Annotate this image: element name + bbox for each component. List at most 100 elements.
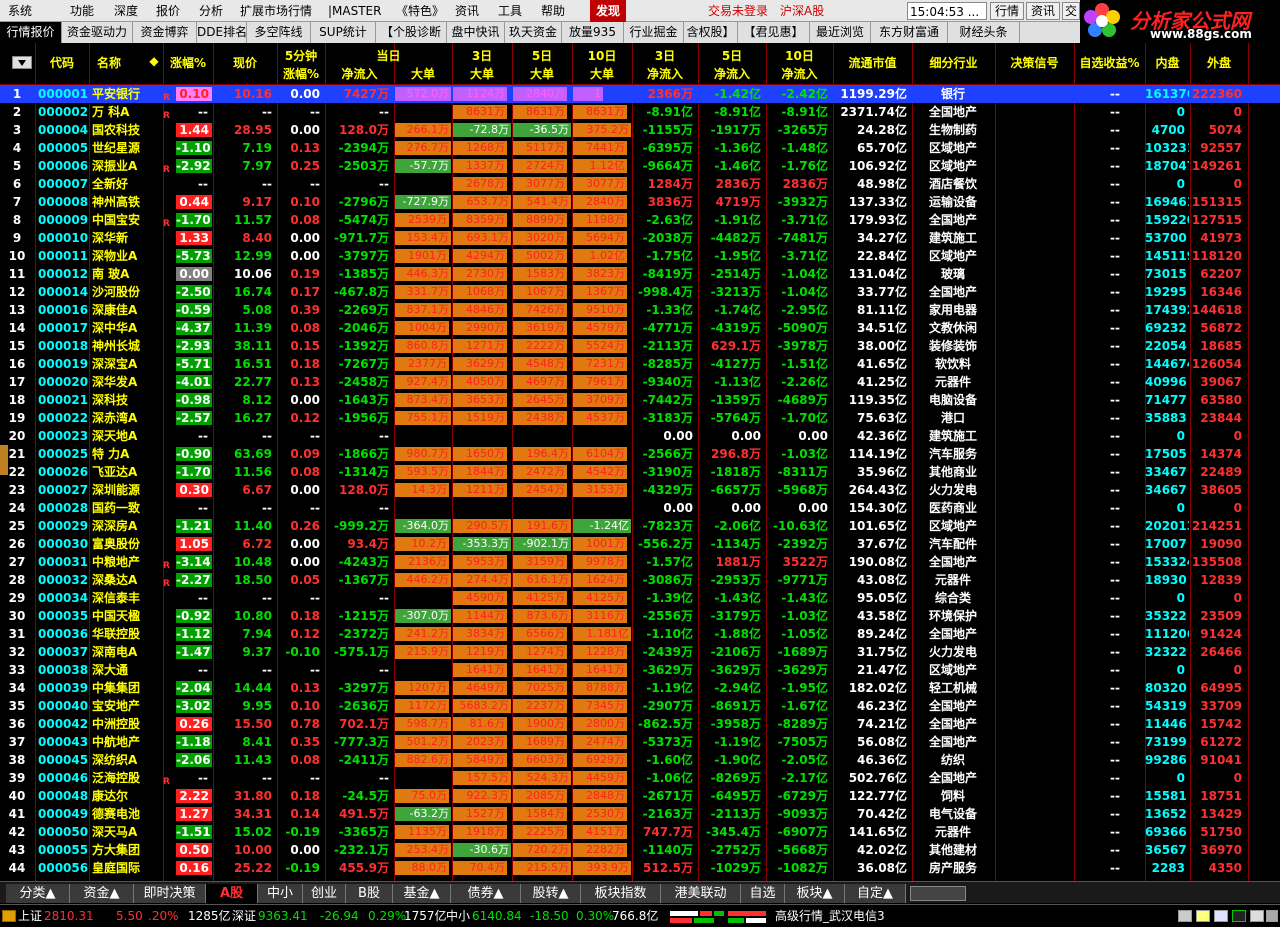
tab-14[interactable]: 东方财富通: [871, 22, 948, 43]
header-industry[interactable]: 细分行业: [912, 54, 995, 71]
market-tab-14[interactable]: 自定▲: [845, 884, 906, 903]
header-3d-net-sub[interactable]: 净流入: [632, 65, 698, 82]
header-3d-big[interactable]: 3日: [452, 47, 512, 64]
tab-2[interactable]: 资金博弈: [133, 22, 197, 43]
table-row[interactable]: 2 000002 万 科A R -- -- -- -- 8631万 8631万 8631万 -8.91…: [0, 103, 1280, 121]
header-3d-big-sub[interactable]: 大单: [452, 65, 512, 82]
header-5d-big[interactable]: 5日: [512, 47, 572, 64]
tab-8[interactable]: 玖天资金: [505, 22, 562, 43]
menu-toggle-icon[interactable]: [2, 910, 16, 922]
table-row[interactable]: 15 000018 神州长城 -2.93 38.11 0.15 -1392万 860.8万 12…: [0, 337, 1280, 355]
header-signal[interactable]: 决策信号: [995, 54, 1074, 71]
table-row[interactable]: 39 000046 泛海控股 R -- -- -- -- 157.5万 524.3万 4459万 -1…: [0, 769, 1280, 787]
table-row[interactable]: 5 000006 深振业A R -2.92 7.97 0.25 -2503万 -57.7万 133…: [0, 157, 1280, 175]
table-row[interactable]: 11 000012 南 玻A 0.00 10.06 0.19 -1385万 446.3万 273…: [0, 265, 1280, 283]
header-today-net[interactable]: 净流入: [325, 65, 394, 82]
table-row[interactable]: 28 000032 深桑达A R -2.27 18.50 0.05 -1367万 446.2万 2…: [0, 571, 1280, 589]
tab-4[interactable]: 多空阵线: [247, 22, 311, 43]
horizontal-scrollbar[interactable]: [910, 886, 966, 901]
market-selector[interactable]: 沪深A股: [780, 0, 824, 22]
header-today-big[interactable]: 大单: [394, 65, 452, 82]
header-outer-vol[interactable]: 外盘: [1190, 54, 1248, 71]
tab-6[interactable]: 【个股诊断: [376, 22, 447, 43]
table-row[interactable]: 18 000021 深科技 -0.98 8.12 0.00 -1643万 873.4万 3653…: [0, 391, 1280, 409]
header-inner-vol[interactable]: 内盘: [1145, 54, 1190, 71]
table-row[interactable]: 20 000023 深天地A -- -- -- -- 0.00 0.00 0.00 42.36亿 建筑…: [0, 427, 1280, 445]
market-tab-9[interactable]: 股转▲: [521, 884, 581, 903]
market-tab-0[interactable]: 分类▲: [6, 884, 70, 903]
tab-1[interactable]: 资金驱动力: [62, 22, 133, 43]
tab-5[interactable]: SUP统计: [311, 22, 376, 43]
table-row[interactable]: 43 000055 方大集团 0.50 10.00 0.00 -232.1万 253.4万 -3…: [0, 841, 1280, 859]
table-row[interactable]: 9 000010 深华新 1.33 8.40 0.00 -971.7万 153.4万 693.1…: [0, 229, 1280, 247]
menu-extended-market[interactable]: 扩展市场行情: [240, 0, 312, 22]
market-tab-4[interactable]: 中小: [258, 884, 303, 903]
table-row[interactable]: 8 000009 中国宝安 R -1.70 11.57 0.08 -5474万 2539万 835…: [0, 211, 1280, 229]
menu-tools[interactable]: 工具: [498, 0, 522, 22]
table-row[interactable]: 1 000001 平安银行 R 0.10 10.16 0.00 7427万 572.0万 1124…: [0, 85, 1280, 103]
table-row[interactable]: 29 000034 深信泰丰 -- -- -- -- 4590万 4125万 4125万 -1.39…: [0, 589, 1280, 607]
menu-function[interactable]: 功能: [70, 0, 94, 22]
trade-button[interactable]: 交: [1062, 2, 1080, 20]
resize-grip-icon[interactable]: [1266, 910, 1278, 922]
table-row[interactable]: 3 000004 国农科技 1.44 28.95 0.00 128.0万 266.1万 -72.…: [0, 121, 1280, 139]
header-10d-net-sub[interactable]: 净流入: [766, 65, 833, 82]
tab-0[interactable]: 行情报价: [0, 22, 62, 43]
table-row[interactable]: 36 000042 中洲控股 0.26 15.50 0.78 702.1万 598.7万 81.…: [0, 715, 1280, 733]
market-tab-7[interactable]: 基金▲: [393, 884, 451, 903]
menu-discover[interactable]: 发现: [590, 0, 627, 22]
header-10d-big-sub[interactable]: 大单: [572, 65, 632, 82]
tab-15[interactable]: 财经头条: [948, 22, 1020, 43]
sort-down-icon[interactable]: [12, 56, 32, 69]
header-5min[interactable]: 5分钟: [277, 47, 325, 64]
header-10d-net[interactable]: 10日: [766, 47, 833, 64]
menu-master[interactable]: |MASTER: [328, 0, 381, 22]
header-market-cap[interactable]: 流通市值: [833, 54, 912, 71]
menu-system[interactable]: 系统: [8, 0, 32, 22]
header-self-return[interactable]: 自选收益%: [1074, 54, 1145, 71]
table-row[interactable]: 13 000016 深康佳A -0.59 5.08 0.39 -2269万 837.1万 484…: [0, 301, 1280, 319]
quote-button[interactable]: 行情: [990, 2, 1024, 20]
market-tab-8[interactable]: 债券▲: [451, 884, 521, 903]
header-10d-big[interactable]: 10日: [572, 47, 632, 64]
tab-13[interactable]: 最近浏览: [810, 22, 871, 43]
table-row[interactable]: 23 000027 深圳能源 0.30 6.67 0.00 128.0万 14.3万 1211万…: [0, 481, 1280, 499]
tab-12[interactable]: 【君见惠】: [738, 22, 810, 43]
table-row[interactable]: 26 000030 富奥股份 1.05 6.72 0.00 93.4万 10.2万 -353.3…: [0, 535, 1280, 553]
table-row[interactable]: 24 000028 国药一致 -- -- -- -- 0.00 0.00 0.00 154.30亿 医…: [0, 499, 1280, 517]
header-price[interactable]: 现价: [213, 54, 277, 71]
keyboard-icon[interactable]: [1178, 910, 1192, 922]
table-row[interactable]: 31 000036 华联控股 -1.12 7.94 0.12 -2372万 241.2万 383…: [0, 625, 1280, 643]
header-3d-net[interactable]: 3日: [632, 47, 698, 64]
table-row[interactable]: 32 000037 深南电A -1.47 9.37 -0.10 -575.1万 215.9万 1…: [0, 643, 1280, 661]
menu-depth[interactable]: 深度: [114, 0, 138, 22]
menu-analysis[interactable]: 分析: [199, 0, 223, 22]
market-tab-10[interactable]: 板块指数: [581, 884, 661, 903]
menu-news[interactable]: 资讯: [455, 0, 479, 22]
table-row[interactable]: 40 000048 康达尔 2.22 31.80 0.18 -24.5万 75.0万 922.3…: [0, 787, 1280, 805]
header-5d-big-sub[interactable]: 大单: [512, 65, 572, 82]
table-row[interactable]: 37 000043 中航地产 -1.18 8.41 0.35 -777.3万 501.2万 20…: [0, 733, 1280, 751]
table-row[interactable]: 17 000020 深华发A -4.01 22.77 0.13 -2458万 927.4万 40…: [0, 373, 1280, 391]
header-5min-pct[interactable]: 涨幅%: [277, 65, 325, 82]
tab-3[interactable]: DDE排名: [197, 22, 247, 43]
table-row[interactable]: 14 000017 深中华A -4.37 11.39 0.08 -2046万 1004万 299…: [0, 319, 1280, 337]
table-row[interactable]: 6 000007 全新好 -- -- -- -- 2678万 3077万 3077万 1284万 28…: [0, 175, 1280, 193]
table-row[interactable]: 21 000025 特 力A -0.90 63.69 0.09 -1866万 980.7万 16…: [0, 445, 1280, 463]
table-row[interactable]: 7 000008 神州高铁 0.44 9.17 0.10 -2796万 -727.9万 653.…: [0, 193, 1280, 211]
header-5d-net-sub[interactable]: 净流入: [698, 65, 766, 82]
table-row[interactable]: 22 000026 飞亚达A -1.70 11.56 0.08 -1314万 593.5万 18…: [0, 463, 1280, 481]
table-row[interactable]: 33 000038 深大通 -- -- -- -- 1641万 1641万 1641万 -3629万…: [0, 661, 1280, 679]
market-tab-3[interactable]: A股: [206, 884, 258, 903]
tab-10[interactable]: 行业掘金: [624, 22, 684, 43]
table-row[interactable]: 12 000014 沙河股份 -2.50 16.74 0.17 -467.8万 331.7万 1…: [0, 283, 1280, 301]
header-5d-net[interactable]: 5日: [698, 47, 766, 64]
market-tab-2[interactable]: 即时决策: [134, 884, 206, 903]
tab-9[interactable]: 放量935: [562, 22, 624, 43]
table-row[interactable]: 16 000019 深深宝A -5.71 16.51 0.18 -7267万 2377万 362…: [0, 355, 1280, 373]
menu-quote[interactable]: 报价: [156, 0, 180, 22]
header-name[interactable]: 名称: [89, 54, 129, 71]
market-tab-13[interactable]: 板块▲: [785, 884, 845, 903]
menu-help[interactable]: 帮助: [541, 0, 565, 22]
left-panel-toggle-icon[interactable]: [0, 445, 8, 475]
